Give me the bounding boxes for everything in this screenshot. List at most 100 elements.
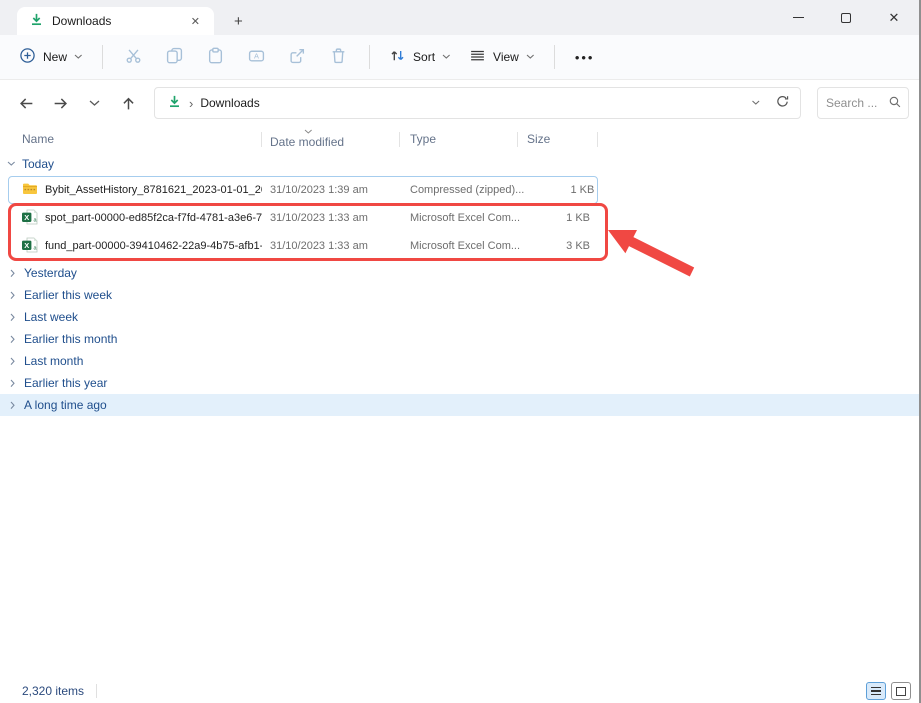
column-header-size[interactable]: Size [518, 126, 598, 152]
file-list-area: Name Date modified Type Size Today [0, 126, 919, 679]
copy-button[interactable] [154, 41, 195, 73]
trash-icon [330, 47, 347, 67]
thumbnails-view-icon [896, 687, 906, 696]
clipboard-icon [207, 47, 224, 67]
cut-button[interactable] [113, 41, 154, 73]
group-header-a-long-time-ago[interactable]: A long time ago [0, 394, 919, 416]
file-type: Compressed (zipped)... [400, 184, 524, 196]
column-header-name-label: Name [22, 132, 54, 146]
group-header-earlier-this-year[interactable]: Earlier this year [0, 372, 919, 394]
maximize-icon [841, 13, 851, 23]
svg-text:A: A [254, 52, 259, 61]
file-row-fund-csv[interactable]: aX fund_part-00000-39410462-22a9-4b75-af… [8, 232, 598, 260]
paste-button[interactable] [195, 41, 236, 73]
rename-icon: A [248, 47, 265, 67]
chevron-expanded-icon [6, 161, 16, 167]
back-button[interactable] [12, 89, 40, 117]
download-icon [167, 94, 182, 112]
chevron-collapsed-icon [8, 291, 18, 300]
navigation-bar: › Downloads [0, 80, 919, 126]
search-box[interactable] [817, 87, 909, 119]
status-bar: 2,320 items [0, 679, 919, 703]
view-lines-icon [469, 47, 486, 67]
toolbar-separator [554, 45, 555, 69]
tab-title: Downloads [52, 14, 179, 28]
chevron-collapsed-icon [8, 379, 18, 388]
breadcrumb-separator: › [189, 96, 193, 111]
excel-file-icon: aX [22, 237, 38, 256]
download-icon [29, 12, 44, 30]
file-date: 31/10/2023 1:33 am [262, 240, 400, 252]
group-header-last-week[interactable]: Last week [0, 306, 919, 328]
tab-downloads[interactable]: Downloads ✕ [17, 7, 214, 35]
details-view-button[interactable] [866, 682, 886, 700]
group-today-label: Today [22, 157, 54, 171]
toolbar-separator [369, 45, 370, 69]
new-tab-button[interactable]: + [228, 13, 249, 30]
svg-text:X: X [24, 212, 29, 221]
new-button-label: New [43, 50, 67, 64]
column-header-date-modified[interactable]: Date modified [262, 126, 400, 152]
group-label: Last week [24, 310, 78, 324]
column-header-type[interactable]: Type [400, 126, 518, 152]
new-button[interactable]: New [10, 41, 92, 73]
maximize-button[interactable] [835, 7, 857, 29]
large-thumbnails-view-button[interactable] [891, 682, 911, 700]
sort-button[interactable]: Sort [380, 41, 460, 73]
file-row-spot-csv[interactable]: aX spot_part-00000-ed85f2ca-f7fd-4781-a3… [8, 204, 598, 232]
group-header-earlier-this-month[interactable]: Earlier this month [0, 328, 919, 350]
share-button[interactable] [277, 41, 318, 73]
search-icon [888, 95, 902, 112]
breadcrumb-downloads[interactable]: Downloads [200, 96, 259, 110]
excel-file-icon: aX [22, 209, 38, 228]
group-label: Earlier this week [24, 288, 112, 302]
column-header-type-label: Type [410, 132, 436, 146]
chevron-collapsed-icon [8, 335, 18, 344]
more-options-button[interactable]: ••• [565, 50, 605, 65]
group-header-earlier-this-week[interactable]: Earlier this week [0, 284, 919, 306]
file-name: spot_part-00000-ed85f2ca-f7fd-4781-a3e6-… [45, 212, 262, 224]
chevron-down-icon [442, 54, 451, 60]
file-name: Bybit_AssetHistory_8781621_2023-01-01_20… [45, 184, 262, 196]
group-header-last-month[interactable]: Last month [0, 350, 919, 372]
search-input[interactable] [826, 96, 884, 110]
address-dropdown-icon[interactable] [751, 100, 761, 106]
rename-button[interactable]: A [236, 41, 277, 73]
file-explorer-window: Downloads ✕ + ✕ New [0, 0, 921, 703]
zip-file-icon [22, 182, 38, 199]
view-button-label: View [493, 50, 519, 64]
view-toggles [866, 682, 911, 700]
items-count: 2,320 items [22, 684, 84, 698]
close-button[interactable]: ✕ [883, 7, 905, 29]
tab-close-icon[interactable]: ✕ [187, 14, 204, 29]
address-bar[interactable]: › Downloads [154, 87, 801, 119]
forward-button[interactable] [46, 89, 74, 117]
share-icon [289, 47, 306, 67]
chevron-down-icon [526, 54, 535, 60]
file-name: fund_part-00000-39410462-22a9-4b75-afb1-… [45, 240, 262, 252]
column-header-name[interactable]: Name [8, 126, 262, 152]
group-label: A long time ago [24, 398, 107, 412]
details-view-icon [871, 687, 881, 695]
minimize-button[interactable] [787, 7, 809, 29]
up-button[interactable] [114, 89, 142, 117]
group-label: Earlier this month [24, 332, 117, 346]
file-row-zip[interactable]: Bybit_AssetHistory_8781621_2023-01-01_20… [8, 176, 598, 204]
delete-button[interactable] [318, 41, 359, 73]
titlebar: Downloads ✕ + ✕ [0, 0, 919, 35]
recent-locations-button[interactable] [80, 89, 108, 117]
minimize-icon [793, 17, 804, 18]
group-header-yesterday[interactable]: Yesterday [0, 262, 919, 284]
sort-arrows-icon [389, 47, 406, 67]
sort-button-label: Sort [413, 50, 435, 64]
group-header-today[interactable]: Today [0, 152, 919, 176]
plus-circle-icon [19, 47, 36, 67]
file-type: Microsoft Excel Com... [400, 212, 520, 224]
toolbar-separator [102, 45, 103, 69]
chevron-collapsed-icon [8, 357, 18, 366]
status-separator [96, 684, 97, 698]
file-date: 31/10/2023 1:33 am [262, 212, 400, 224]
refresh-icon[interactable] [775, 94, 790, 112]
view-button[interactable]: View [460, 41, 544, 73]
collapsed-groups: Yesterday Earlier this week Last week Ea… [0, 262, 919, 416]
